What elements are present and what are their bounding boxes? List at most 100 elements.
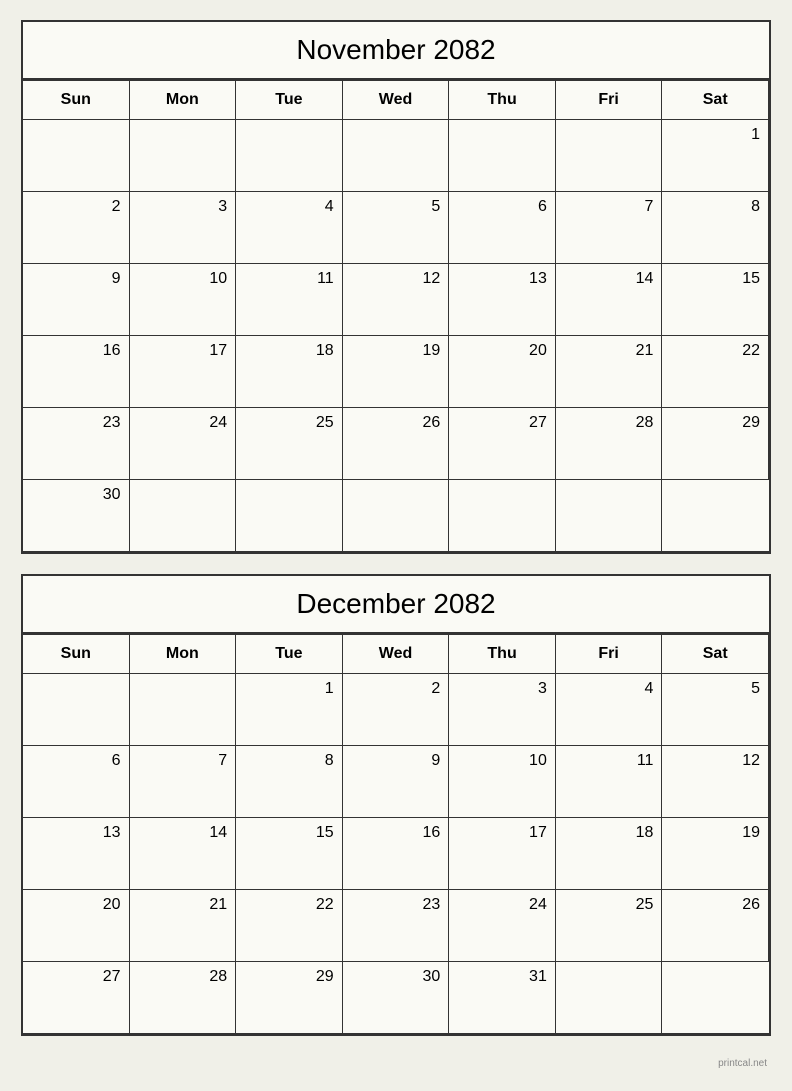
table-row: 22 — [236, 890, 343, 962]
november-grid: Sun Mon Tue Wed Thu Fri Sat 1 2 3 4 5 6 … — [23, 80, 769, 552]
table-row: 28 — [130, 962, 237, 1034]
table-row: 17 — [130, 336, 237, 408]
december-title: December 2082 — [23, 576, 769, 634]
table-row: 23 — [343, 890, 450, 962]
table-row: 8 — [662, 192, 769, 264]
november-title: November 2082 — [23, 22, 769, 80]
table-row — [236, 120, 343, 192]
table-row: 10 — [449, 746, 556, 818]
table-row: 25 — [556, 890, 663, 962]
table-row: 25 — [236, 408, 343, 480]
table-row — [130, 674, 237, 746]
table-row: 19 — [662, 818, 769, 890]
table-row: 30 — [343, 962, 450, 1034]
table-row: 20 — [449, 336, 556, 408]
table-row: 9 — [23, 264, 130, 336]
table-row: 3 — [130, 192, 237, 264]
table-row — [130, 480, 237, 552]
november-calendar: November 2082 Sun Mon Tue Wed Thu Fri Sa… — [21, 20, 771, 554]
table-row: 5 — [662, 674, 769, 746]
table-row: 16 — [23, 336, 130, 408]
table-row — [343, 120, 450, 192]
table-row: 17 — [449, 818, 556, 890]
table-row: 16 — [343, 818, 450, 890]
table-row — [449, 120, 556, 192]
table-row: 30 — [23, 480, 130, 552]
table-row: 15 — [662, 264, 769, 336]
table-row: 11 — [236, 264, 343, 336]
table-row: 21 — [130, 890, 237, 962]
november-calendar-box: November 2082 Sun Mon Tue Wed Thu Fri Sa… — [21, 20, 771, 554]
table-row: 29 — [662, 408, 769, 480]
table-row: 1 — [236, 674, 343, 746]
table-row: 4 — [236, 192, 343, 264]
table-row: 13 — [23, 818, 130, 890]
table-row: 2 — [343, 674, 450, 746]
table-row — [236, 480, 343, 552]
nov-header-fri: Fri — [556, 80, 663, 120]
table-row: 15 — [236, 818, 343, 890]
table-row: 18 — [556, 818, 663, 890]
table-row — [449, 480, 556, 552]
table-row: 12 — [343, 264, 450, 336]
dec-header-sat: Sat — [662, 634, 769, 674]
table-row — [556, 962, 663, 1034]
table-row: 31 — [449, 962, 556, 1034]
table-row: 6 — [449, 192, 556, 264]
table-row: 5 — [343, 192, 450, 264]
dec-header-thu: Thu — [449, 634, 556, 674]
table-row: 20 — [23, 890, 130, 962]
december-grid: Sun Mon Tue Wed Thu Fri Sat 1 2 3 4 5 6 … — [23, 634, 769, 1034]
table-row — [23, 674, 130, 746]
table-row: 21 — [556, 336, 663, 408]
table-row: 22 — [662, 336, 769, 408]
dec-header-tue: Tue — [236, 634, 343, 674]
nov-header-wed: Wed — [343, 80, 450, 120]
dec-header-fri: Fri — [556, 634, 663, 674]
table-row: 9 — [343, 746, 450, 818]
table-row — [556, 120, 663, 192]
table-row: 1 — [662, 120, 769, 192]
december-calendar: December 2082 Sun Mon Tue Wed Thu Fri Sa… — [21, 574, 771, 1036]
watermark: printcal.net — [21, 1056, 771, 1071]
dec-header-sun: Sun — [23, 634, 130, 674]
table-row: 10 — [130, 264, 237, 336]
nov-header-sat: Sat — [662, 80, 769, 120]
table-row: 7 — [130, 746, 237, 818]
nov-header-thu: Thu — [449, 80, 556, 120]
table-row — [556, 480, 663, 552]
table-row: 24 — [130, 408, 237, 480]
table-row: 6 — [23, 746, 130, 818]
table-row — [662, 480, 769, 552]
table-row: 27 — [449, 408, 556, 480]
table-row: 13 — [449, 264, 556, 336]
table-row: 27 — [23, 962, 130, 1034]
table-row: 18 — [236, 336, 343, 408]
december-calendar-box: December 2082 Sun Mon Tue Wed Thu Fri Sa… — [21, 574, 771, 1036]
table-row: 11 — [556, 746, 663, 818]
nov-header-mon: Mon — [130, 80, 237, 120]
table-row: 4 — [556, 674, 663, 746]
table-row — [662, 962, 769, 1034]
table-row: 19 — [343, 336, 450, 408]
table-row: 23 — [23, 408, 130, 480]
table-row: 29 — [236, 962, 343, 1034]
table-row — [130, 120, 237, 192]
nov-header-tue: Tue — [236, 80, 343, 120]
table-row: 14 — [130, 818, 237, 890]
nov-header-sun: Sun — [23, 80, 130, 120]
table-row: 3 — [449, 674, 556, 746]
table-row: 14 — [556, 264, 663, 336]
table-row: 26 — [343, 408, 450, 480]
table-row: 7 — [556, 192, 663, 264]
table-row: 2 — [23, 192, 130, 264]
table-row: 24 — [449, 890, 556, 962]
table-row: 26 — [662, 890, 769, 962]
dec-header-mon: Mon — [130, 634, 237, 674]
table-row: 12 — [662, 746, 769, 818]
table-row — [343, 480, 450, 552]
dec-header-wed: Wed — [343, 634, 450, 674]
table-row: 28 — [556, 408, 663, 480]
table-row — [23, 120, 130, 192]
table-row: 8 — [236, 746, 343, 818]
